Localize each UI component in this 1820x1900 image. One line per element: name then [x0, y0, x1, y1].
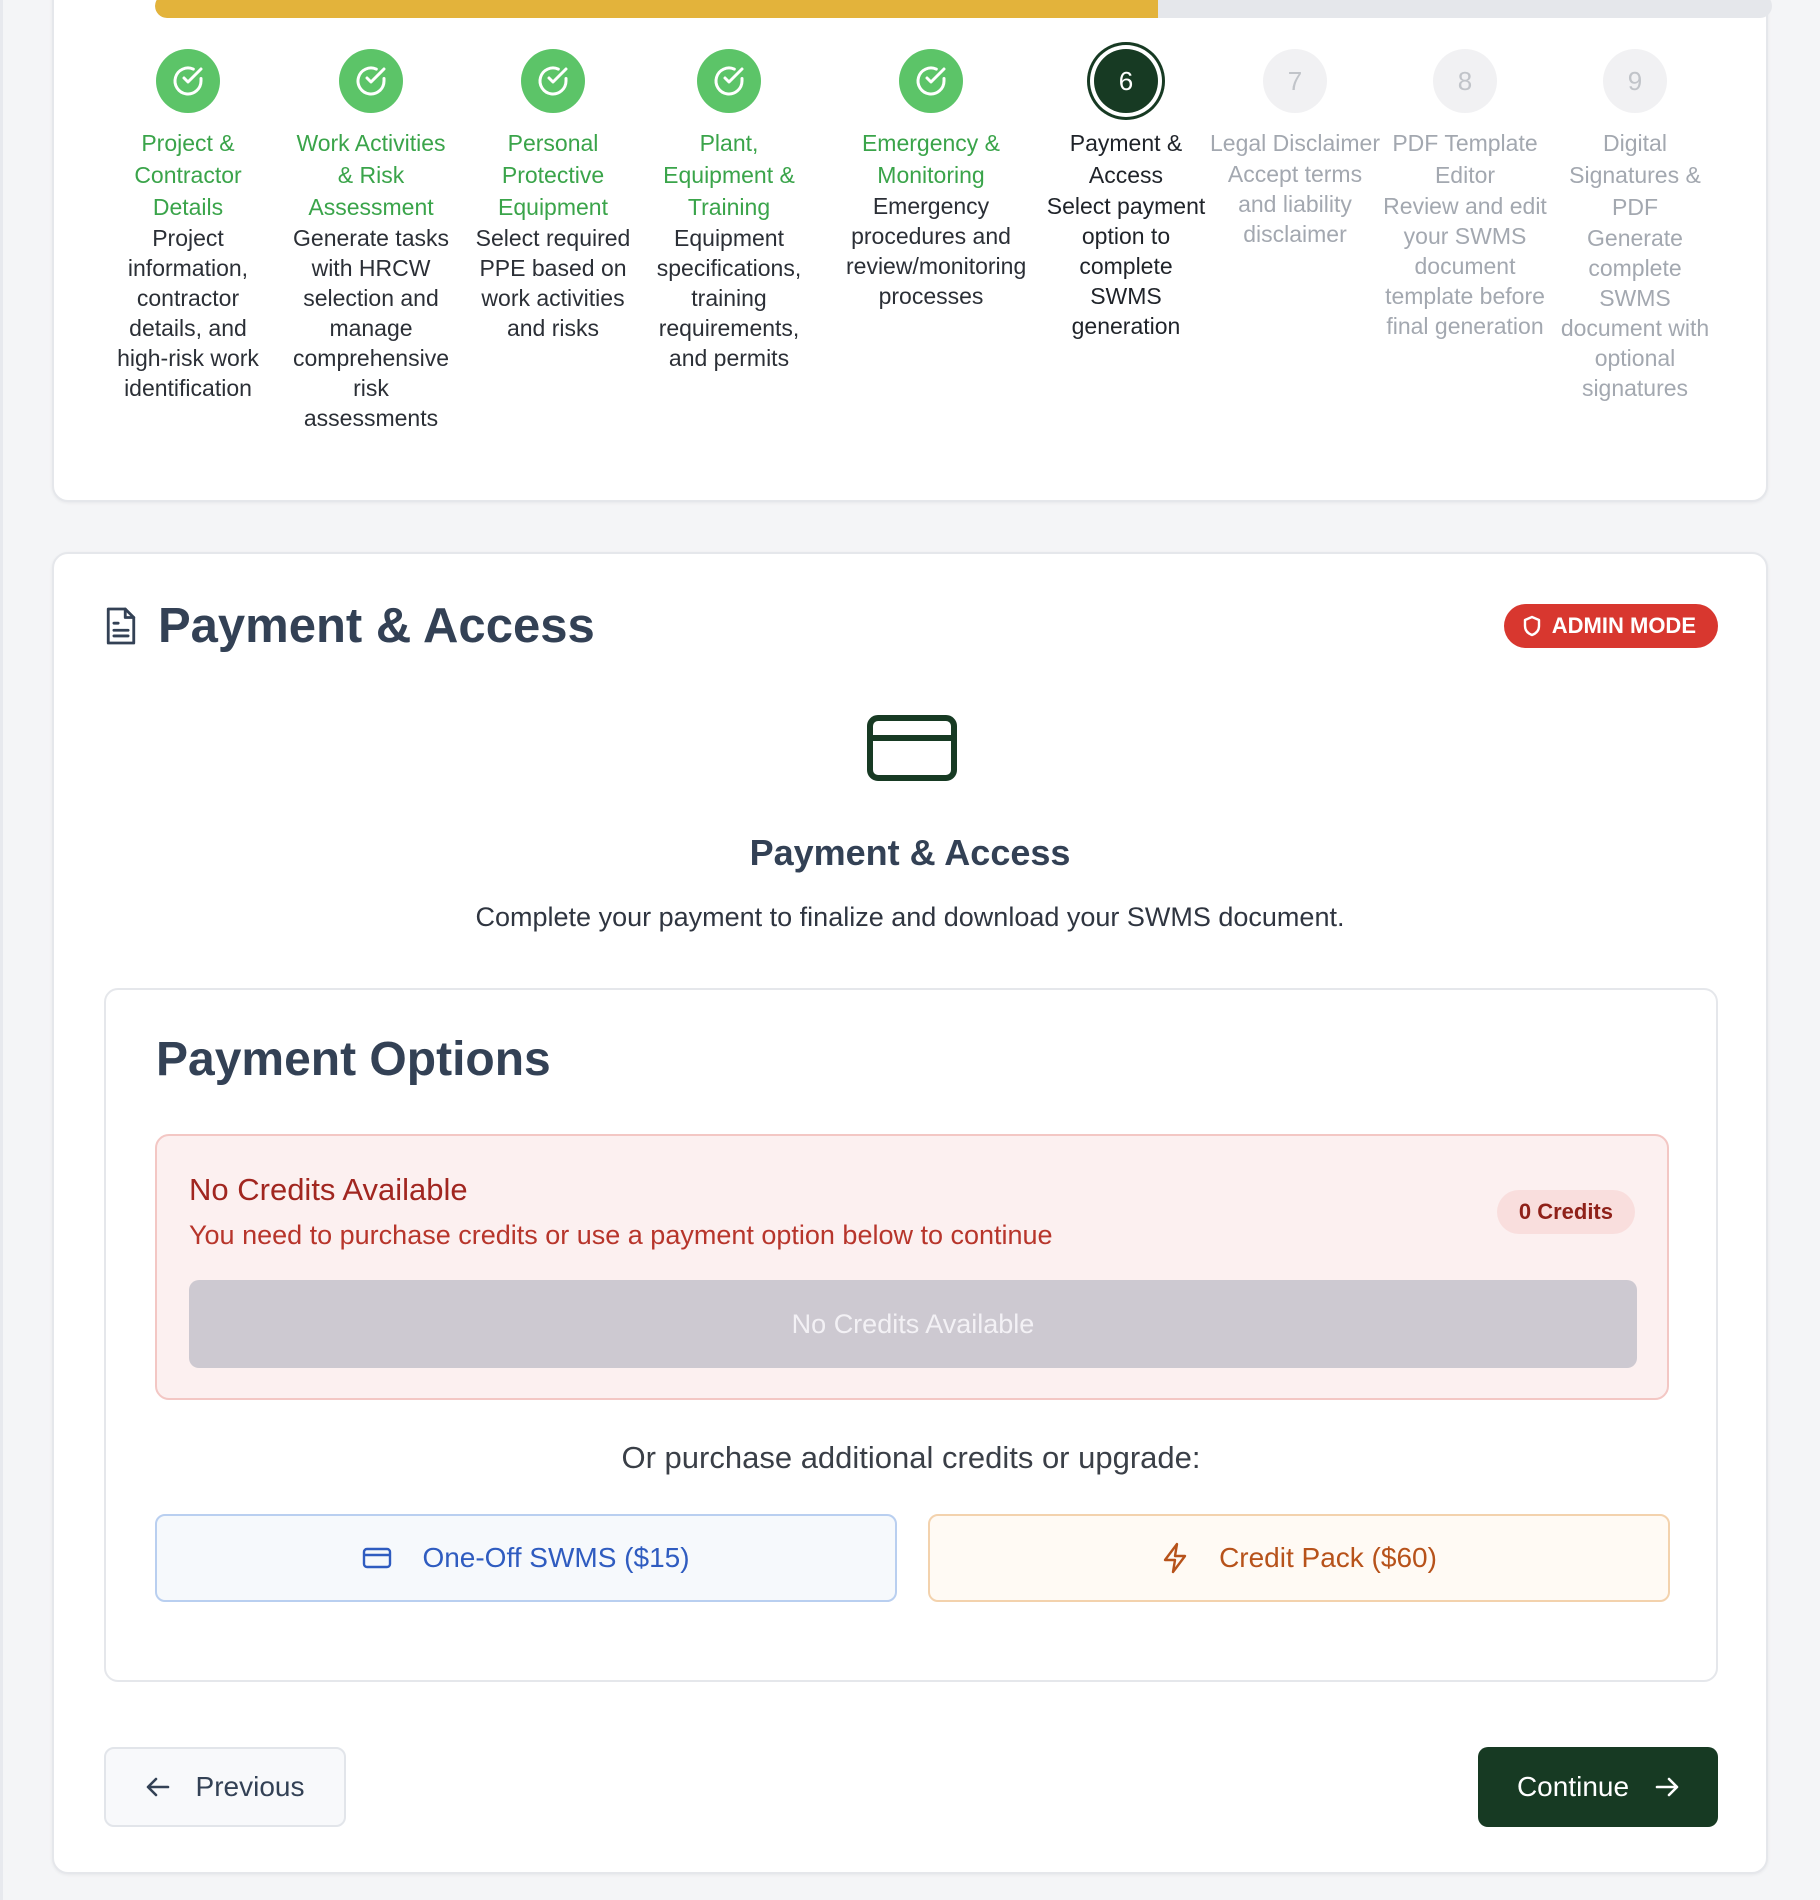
previous-button[interactable]: Previous — [104, 1747, 346, 1827]
step-9: 9 Digital Signatures & PDF Generate comple… — [1550, 49, 1720, 403]
page-edge — [0, 0, 3, 1900]
step-8: 8 PDF Template Editor Review and edit your… — [1380, 49, 1550, 341]
progress-bar-fill — [155, 0, 1158, 18]
arrow-left-icon — [146, 1777, 169, 1797]
step-6[interactable]: 6 Payment & Access Select payment option t… — [1041, 49, 1211, 341]
step-title: Personal Protective Equipment — [498, 130, 608, 220]
step-description: Review and edit your SWMS document templ… — [1383, 193, 1547, 339]
check-circle-icon — [156, 49, 220, 113]
step-description: Generate tasks with HRCW selection and m… — [293, 225, 449, 431]
step-title: PDF Template Editor — [1392, 130, 1538, 188]
step-number: 6 — [1094, 49, 1158, 113]
check-circle-icon — [339, 49, 403, 113]
step-description: Select required PPE based on work activi… — [475, 225, 631, 341]
page-title: Payment & Access — [158, 599, 595, 653]
card-header: Payment & Access — [104, 598, 595, 654]
step-description: Select payment option to complete SWMS g… — [1046, 193, 1206, 339]
section-subtitle: Complete your payment to finalize and do… — [475, 902, 1345, 932]
check-circle-icon — [697, 49, 761, 113]
progress-bar — [155, 0, 1772, 18]
check-circle-icon — [521, 49, 585, 113]
step-number: 7 — [1263, 49, 1327, 113]
credit-pack-label: Credit Pack ($60) — [1219, 1542, 1437, 1573]
one-off-swms-button[interactable]: One-Off SWMS ($15) — [155, 1514, 897, 1602]
step-description: Equipment specifications, training requi… — [656, 225, 802, 371]
step-description: Project information, contractor details,… — [117, 225, 259, 401]
step-title: Legal Disclaimer — [1210, 130, 1381, 156]
step-2[interactable]: Work Activities & Risk Assessment Generat… — [286, 49, 456, 433]
step-title: Project & Contractor Details — [134, 130, 242, 220]
upgrade-prompt: Or purchase additional credits or upgrad… — [621, 1440, 1201, 1475]
section-heading: Payment & Access — [749, 832, 1071, 873]
credit-card-icon — [363, 1547, 392, 1569]
admin-mode-badge: ADMIN MODE — [1503, 604, 1718, 648]
step-4[interactable]: Plant, Equipment & Training Equipment spe… — [644, 49, 814, 373]
one-off-swms-label: One-Off SWMS ($15) — [422, 1542, 690, 1573]
credit-card-icon — [867, 715, 957, 781]
document-icon — [106, 607, 136, 645]
step-title: Emergency & Monitoring — [861, 130, 1001, 188]
step-title: Work Activities & Risk Assessment — [296, 130, 446, 220]
step-title: Plant, Equipment & Training — [663, 130, 795, 220]
payment-access-card: Payment & Access ADMIN MODE Payment & Ac… — [52, 552, 1768, 1874]
step-number: 9 — [1603, 49, 1667, 113]
previous-label: Previous — [195, 1771, 305, 1802]
lightning-icon — [1163, 1542, 1187, 1574]
step-title: Payment & Access — [1069, 130, 1183, 188]
step-number: 8 — [1433, 49, 1497, 113]
no-credits-button[interactable]: No Credits Available — [189, 1280, 1637, 1368]
step-7: 7 Legal Disclaimer Accept terms and liabil… — [1210, 49, 1380, 249]
continue-label: Continue — [1516, 1771, 1630, 1802]
arrow-right-icon — [1655, 1777, 1679, 1797]
step-title: Digital Signatures & PDF — [1569, 130, 1701, 220]
progress-card: Project & Contractor Details Project info… — [52, 0, 1772, 502]
payment-options-title: Payment Options — [156, 1033, 551, 1086]
step-1[interactable]: Project & Contractor Details Project info… — [103, 49, 273, 403]
continue-button[interactable]: Continue — [1478, 1747, 1718, 1827]
credit-pack-button[interactable]: Credit Pack ($60) — [928, 1514, 1670, 1602]
step-description: Generate complete SWMS document with opt… — [1560, 225, 1710, 401]
alert-message: You need to purchase credits or use a pa… — [189, 1220, 1053, 1250]
shield-icon — [1523, 615, 1540, 637]
step-5[interactable]: Emergency & Monitoring Emergency procedur… — [846, 49, 1027, 311]
step-description: Accept terms and liability disclaimer — [1227, 161, 1363, 247]
credits-badge: 0 Credits — [1496, 1190, 1635, 1234]
step-description: Emergency procedures and review/monitori… — [846, 193, 1027, 309]
step-3[interactable]: Personal Protective Equipment Select requ… — [468, 49, 638, 343]
admin-mode-label: ADMIN MODE — [1551, 613, 1696, 638]
check-circle-icon — [899, 49, 963, 113]
no-credits-alert: No Credits Available You need to purchas… — [155, 1134, 1669, 1400]
alert-title: No Credits Available — [189, 1172, 468, 1207]
payment-options-panel: Payment Options No Credits Available You… — [104, 988, 1718, 1682]
